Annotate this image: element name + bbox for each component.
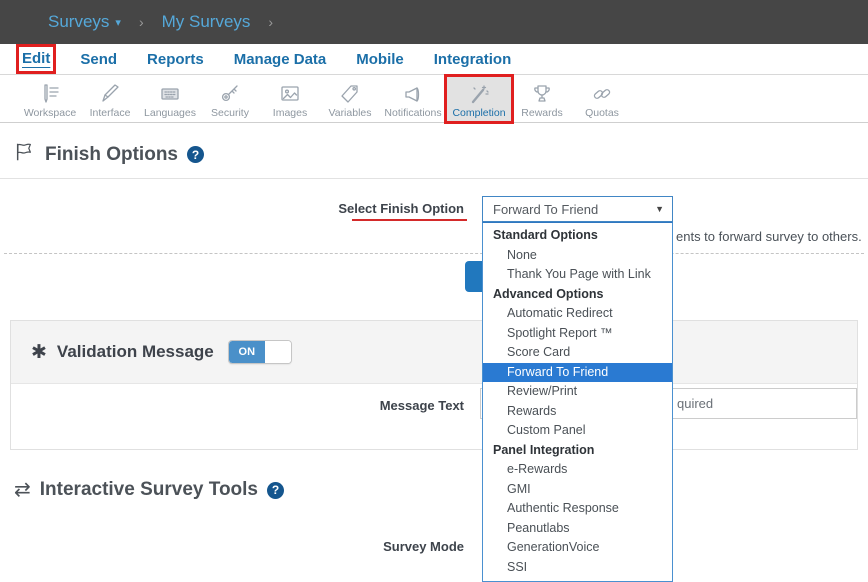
dropdown-group-standard: Standard Options [483, 226, 672, 246]
dropdown-option[interactable]: GenerationVoice [483, 538, 672, 558]
menu-item-mobile[interactable]: Mobile [356, 51, 404, 68]
dropdown-option[interactable]: Spotlight Report ™ [483, 324, 672, 344]
tool-workspace[interactable]: Workspace [20, 76, 80, 122]
help-icon[interactable]: ? [267, 482, 284, 499]
divider [0, 178, 868, 179]
tool-interface[interactable]: Interface [80, 76, 140, 122]
chevron-down-icon: ▼ [655, 204, 664, 214]
menu-item-edit[interactable]: Edit [22, 50, 50, 67]
dropdown-option[interactable]: Automatic Redirect [483, 304, 672, 324]
tool-notifications[interactable]: Notifications [380, 76, 446, 122]
dropdown-group-panel-integration: Panel Integration [483, 441, 672, 461]
select-finish-option-label: Select Finish Option [300, 201, 464, 216]
megaphone-icon [401, 81, 425, 107]
dropdown-option[interactable]: GMI [483, 480, 672, 500]
dashed-divider [4, 253, 864, 254]
menu-item-send[interactable]: Send [80, 51, 117, 68]
breadcrumb-surveys[interactable]: Surveys ▾ [48, 12, 121, 32]
breadcrumb-my-surveys[interactable]: My Surveys [162, 12, 251, 32]
breadcrumb: Surveys ▾ › My Surveys › [48, 12, 281, 32]
dropdown-option[interactable]: Score Card [483, 343, 672, 363]
dropdown-option[interactable]: None [483, 246, 672, 266]
menu-item-integration[interactable]: Integration [434, 51, 512, 68]
menu-bar: Edit Send Reports Manage Data Mobile Int… [0, 44, 868, 75]
dropdown-option[interactable]: Peanutlabs [483, 519, 672, 539]
tool-languages[interactable]: Languages [140, 76, 200, 122]
tool-security[interactable]: Security [200, 76, 260, 122]
survey-mode-label: Survey Mode [360, 539, 464, 554]
asterisk-icon: ✱ [31, 341, 47, 364]
help-icon[interactable]: ? [187, 146, 204, 163]
trophy-icon [530, 81, 554, 107]
finish-options-header: Finish Options ? [14, 141, 204, 168]
finish-option-select[interactable]: Forward To Friend ▼ [482, 196, 673, 222]
pen-icon [98, 81, 122, 107]
tool-rewards[interactable]: Rewards [512, 76, 572, 122]
menu-item-manage-data[interactable]: Manage Data [234, 51, 327, 68]
menu-item-reports[interactable]: Reports [147, 51, 204, 68]
dropdown-option-selected[interactable]: Forward To Friend [483, 363, 672, 383]
chain-link-icon [590, 81, 614, 107]
tool-images[interactable]: Images [260, 76, 320, 122]
dropdown-option[interactable]: Review/Print [483, 382, 672, 402]
edit-toolbar: Workspace Interface Languages Security I… [0, 76, 868, 123]
tool-quotas[interactable]: Quotas [572, 76, 632, 122]
dropdown-group-advanced: Advanced Options [483, 285, 672, 305]
swap-arrows-icon: ⇄ [14, 480, 31, 500]
dropdown-option[interactable]: Custom Panel [483, 421, 672, 441]
key-icon [218, 81, 242, 107]
pencil-lines-icon [38, 81, 62, 107]
helper-text-fragment: ents to forward survey to others. ? [676, 229, 868, 244]
picture-icon [278, 81, 302, 107]
chevron-down-icon: ▾ [115, 16, 121, 29]
interactive-tools-header: ⇄ Interactive Survey Tools ? [14, 479, 284, 501]
tool-completion[interactable]: Completion [446, 76, 512, 122]
toggle-knob [265, 341, 291, 363]
flag-icon [14, 141, 36, 168]
validation-toggle[interactable]: ON [228, 340, 292, 364]
edit-annotation-box: Edit [22, 50, 50, 68]
finish-option-dropdown-list: Standard Options None Thank You Page wit… [482, 222, 673, 582]
dropdown-option[interactable]: Thank You Page with Link [483, 265, 672, 285]
dropdown-option[interactable]: Authentic Response [483, 499, 672, 519]
message-text-label: Message Text [360, 398, 464, 413]
tool-variables[interactable]: Variables [320, 76, 380, 122]
magic-wand-icon [467, 81, 491, 107]
dropdown-option[interactable]: e-Rewards [483, 460, 672, 480]
validation-message-header: ✱ Validation Message ON [11, 321, 857, 384]
keyboard-icon [158, 81, 182, 107]
breadcrumb-separator-icon: › [139, 14, 144, 30]
top-navbar: Surveys ▾ › My Surveys › [0, 0, 868, 44]
validation-message-card: ✱ Validation Message ON [10, 320, 858, 450]
dropdown-option[interactable]: Rewards [483, 402, 672, 422]
tag-icon [338, 81, 362, 107]
breadcrumb-separator-icon: › [268, 14, 273, 30]
dropdown-option[interactable]: SSI [483, 558, 672, 578]
label-annotation-underline [352, 219, 467, 221]
